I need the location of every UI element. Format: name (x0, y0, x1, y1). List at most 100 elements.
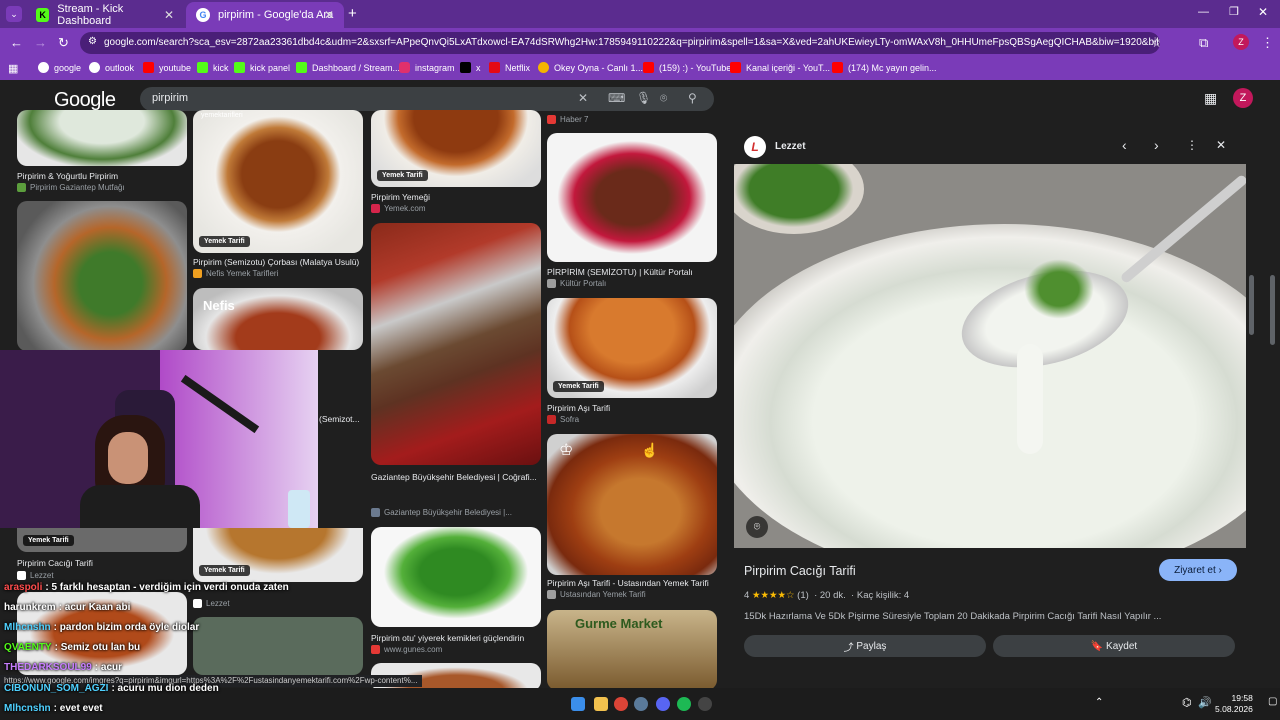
windows-start-icon[interactable] (571, 697, 585, 711)
panel-scrollbar[interactable] (1249, 275, 1254, 335)
result-source[interactable]: Pirpirim Gaziantep Mutfağı (17, 183, 125, 192)
microphone-icon[interactable]: 🎙 (636, 91, 651, 105)
discord-icon[interactable] (656, 697, 670, 711)
restore-icon[interactable]: ❐ (1229, 5, 1239, 18)
profile-avatar[interactable]: Z (1233, 34, 1249, 50)
bookmark-google[interactable]: google (38, 62, 81, 73)
result-image[interactable]: yemektarifleri Yemek Tarifi (193, 110, 363, 253)
window-close-icon[interactable]: ✕ (1258, 5, 1268, 19)
result-source[interactable]: www.gunes.com (371, 645, 442, 654)
network-icon[interactable]: ⌬ (1182, 696, 1192, 709)
result-source[interactable]: Lezzet (193, 599, 230, 608)
bookmark-mc[interactable]: (174) Mc yayın gelin... (832, 62, 937, 73)
result-source[interactable]: Gaziantep Büyükşehir Belediyesi |... (371, 508, 512, 517)
obs-icon[interactable] (698, 697, 712, 711)
lens-button[interactable]: ⌾ (746, 516, 768, 538)
bookmark-x[interactable]: x (460, 62, 481, 73)
clock[interactable]: 19:58 5.08.2026 (1215, 693, 1253, 715)
new-tab-icon[interactable]: + (348, 5, 357, 22)
browser-menu-icon[interactable]: ⋮ (1261, 35, 1274, 51)
result-caption[interactable]: Pirpirim (Semizotu) Çorbası (Malatya Usu… (193, 257, 359, 267)
result-image[interactable] (547, 133, 717, 262)
source-logo[interactable]: L (744, 136, 766, 158)
result-source[interactable]: Kültür Portalı (547, 279, 606, 288)
bookmark-outlook[interactable]: outlook (89, 62, 134, 73)
keyboard-icon[interactable]: ⌨ (608, 91, 625, 105)
result-caption[interactable]: Pirpirim Aşı Tarifi (547, 403, 610, 413)
result-caption[interactable]: Pirpirim Cacığı Tarifi (17, 558, 93, 568)
result-image[interactable]: Yemek Tarifi (193, 528, 363, 582)
chrome-icon[interactable] (614, 697, 628, 711)
save-button[interactable]: 🔖 Kaydet (993, 635, 1235, 657)
result-source[interactable]: Ustasından Yemek Tarifi (547, 590, 646, 599)
spotify-icon[interactable] (677, 697, 691, 711)
result-caption[interactable]: PİRPİRİM (SEMİZOTU) | Kültür Portalı (547, 267, 693, 277)
result-source[interactable]: Lezzet (17, 571, 54, 580)
bookmark-dashboard[interactable]: Dashboard / Stream... (296, 62, 400, 73)
prev-icon[interactable]: ‹ (1122, 137, 1127, 153)
result-image[interactable]: Yemek Tarifi (371, 110, 541, 187)
bookmark-kick-panel[interactable]: kick panel (234, 62, 290, 73)
google-logo[interactable]: Google (54, 89, 116, 112)
result-image[interactable]: Gurme Market (547, 610, 717, 688)
preview-image[interactable]: ⌾ (734, 164, 1246, 548)
result-source[interactable]: Yemek.com (371, 204, 426, 213)
result-image[interactable] (17, 201, 187, 351)
reload-icon[interactable]: ↻ (58, 35, 69, 51)
share-button[interactable]: ⤴ Paylaş (744, 635, 986, 657)
result-image[interactable] (17, 110, 187, 166)
result-image[interactable] (193, 617, 363, 675)
result-caption[interactable]: Pirpirim Yemeği (371, 192, 430, 202)
steam-icon[interactable] (634, 697, 648, 711)
apps-icon[interactable]: ▦ (8, 62, 18, 75)
tab-google-search[interactable]: G pirpirim - Google'da Ara ✕ (186, 2, 344, 28)
page-scrollbar[interactable] (1270, 275, 1275, 345)
clear-icon[interactable]: ✕ (578, 91, 588, 105)
close-panel-icon[interactable]: ✕ (1216, 138, 1226, 152)
result-source[interactable]: Haber 7 (547, 115, 588, 124)
result-source[interactable]: Nefis Yemek Tarifleri (193, 269, 278, 278)
bookmark-netflix[interactable]: Netflix (489, 62, 530, 73)
more-options-icon[interactable]: ⋮ (1186, 138, 1198, 152)
notification-icon[interactable]: ▢ (1268, 696, 1277, 707)
result-image[interactable]: ♔ ☝ (547, 434, 717, 575)
search-input[interactable]: pirpirim (140, 87, 714, 111)
bookmark-instagram[interactable]: instagram (399, 62, 455, 73)
close-tab-icon[interactable]: ✕ (164, 8, 174, 22)
result-image[interactable] (371, 527, 541, 627)
result-caption[interactable]: Pirpirim Aşı Tarifi - Ustasından Yemek T… (547, 578, 709, 588)
result-caption[interactable]: Pirpirim & Yoğurtlu Pirpirim (17, 171, 118, 181)
result-caption[interactable]: Gaziantep Büyükşehir Belediyesi | Coğraf… (371, 472, 541, 482)
result-caption[interactable]: (Semizot... (319, 414, 360, 424)
minimize-icon[interactable]: — (1198, 6, 1209, 18)
bookmark-youtube[interactable]: youtube (143, 62, 191, 73)
address-bar[interactable]: ⚙ google.com/search?sca_esv=2872aa23361d… (80, 32, 1160, 54)
result-image[interactable] (371, 223, 541, 465)
close-tab-icon[interactable]: ✕ (324, 8, 334, 22)
lens-icon[interactable]: ⌾ (660, 91, 667, 106)
visit-button[interactable]: Ziyaret et › (1159, 559, 1237, 581)
google-apps-icon[interactable]: ▦ (1204, 90, 1217, 107)
panel-source-name[interactable]: Lezzet (775, 141, 806, 152)
bookmark-okey[interactable]: Okey Oyna - Canlı 1... (538, 62, 643, 73)
search-icon[interactable]: ⚲ (688, 91, 697, 105)
result-image[interactable]: Nefis (193, 288, 363, 350)
forward-icon[interactable]: → (34, 35, 47, 50)
bookmark-youtube-159[interactable]: (159) :) - YouTube (643, 62, 731, 73)
extensions-icon[interactable]: ⧉ (1199, 35, 1208, 51)
result-caption[interactable]: Pirpirim otu' yiyerek kemikleri güçlendi… (371, 633, 541, 643)
result-image[interactable]: Yemek Tarifi (17, 528, 187, 552)
tab-search-icon[interactable]: ⌄ (6, 6, 22, 22)
bookmark-star-icon[interactable]: ☆ (1151, 36, 1160, 50)
site-info-icon[interactable]: ⚙ (88, 36, 97, 47)
back-icon[interactable]: ← (10, 35, 23, 50)
next-icon[interactable]: › (1154, 137, 1159, 153)
bookmark-kanal[interactable]: Kanal içeriği - YouT... (730, 62, 830, 73)
result-source[interactable]: Sofra (547, 415, 579, 424)
tab-kick-dashboard[interactable]: K Stream - Kick Dashboard ✕ (26, 2, 184, 28)
file-explorer-icon[interactable] (594, 697, 608, 711)
panel-title[interactable]: Pirpirim Cacığı Tarifi (744, 564, 856, 578)
result-image[interactable]: Yemek Tarifi (547, 298, 717, 398)
tray-chevron-icon[interactable]: ⌃ (1095, 697, 1103, 708)
account-avatar[interactable]: Z (1233, 88, 1253, 108)
